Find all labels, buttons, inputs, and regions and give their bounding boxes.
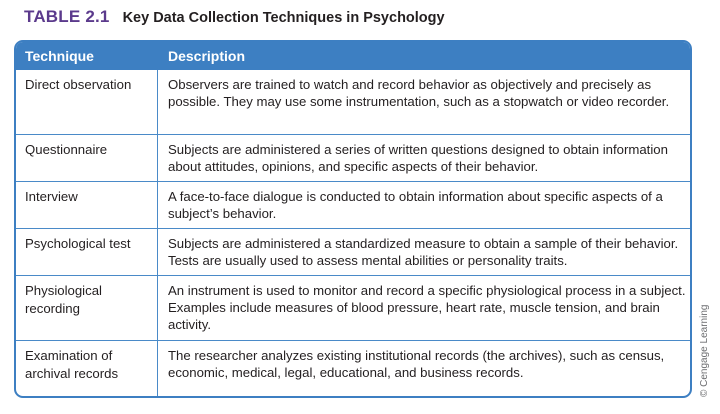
technique-cell: Direct observation <box>25 77 132 92</box>
table-row: Direct observation Observers are trained… <box>16 70 690 135</box>
description-cell: Observers are trained to watch and recor… <box>168 77 670 109</box>
copyright-credit: © Cengage Learning <box>699 304 710 397</box>
technique-cell: Interview <box>25 189 78 204</box>
data-collection-table: Technique Description Direct observation… <box>14 40 692 398</box>
table-row: Questionnaire Subjects are administered … <box>16 135 690 182</box>
description-cell: A face-to-face dialogue is conducted to … <box>168 189 663 221</box>
table-title: Key Data Collection Techniques in Psycho… <box>122 10 445 26</box>
description-cell: The researcher analyzes existing institu… <box>168 348 665 380</box>
table-row: Examination of archival records The rese… <box>16 341 690 396</box>
technique-cell: Psychological test <box>25 236 131 251</box>
table-number: TABLE 2.1 <box>24 7 110 26</box>
column-divider <box>157 70 158 396</box>
table-row: Psychological test Subjects are administ… <box>16 229 690 276</box>
table-header-row: Technique Description <box>16 42 690 70</box>
header-description: Description <box>168 48 246 64</box>
header-technique: Technique <box>25 48 94 64</box>
technique-cell: Questionnaire <box>25 142 108 157</box>
table-row: Interview A face-to-face dialogue is con… <box>16 182 690 229</box>
table-caption: TABLE 2.1 Key Data Collection Techniques… <box>24 7 445 31</box>
description-cell: Subjects are administered a standardized… <box>168 236 679 268</box>
technique-cell: Examination of archival records <box>25 348 119 381</box>
description-cell: Subjects are administered a series of wr… <box>168 142 668 174</box>
technique-cell: Physiological recording <box>25 283 102 316</box>
description-cell: An instrument is used to monitor and rec… <box>168 283 686 332</box>
table-row: Physiological recording An instrument is… <box>16 276 690 341</box>
